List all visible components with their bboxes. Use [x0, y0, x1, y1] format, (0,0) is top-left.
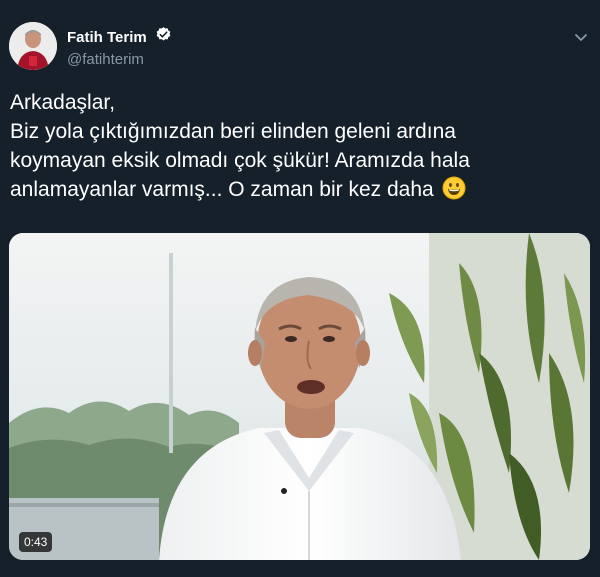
tweet-text: Arkadaşlar, Biz yola çıktığımızdan beri …: [10, 88, 590, 208]
tweet-text-line: Arkadaşlar,: [10, 91, 116, 114]
tweet-card: Fatih Terim @fatihterim Arkadaşlar, Biz …: [0, 0, 600, 577]
tweet-text-line: anlamayanlar varmış... O zaman bir kez d…: [10, 178, 434, 201]
avatar[interactable]: [9, 22, 57, 70]
tweet-text-line: koymayan eksik olmadı çok şükür! Aramızd…: [10, 149, 470, 172]
verified-badge-icon: [155, 26, 172, 48]
grinning-face-emoji-icon: [442, 176, 466, 208]
avatar-photo: [9, 22, 57, 70]
video-player[interactable]: 0:43: [9, 233, 590, 560]
video-thumbnail: [9, 233, 590, 560]
chevron-down-icon[interactable]: [572, 28, 590, 46]
tweet-text-line: Biz yola çıktığımızdan beri elinden gele…: [10, 120, 456, 143]
author-info: Fatih Terim @fatihterim: [67, 26, 172, 68]
author-handle[interactable]: @fatihterim: [67, 51, 172, 68]
video-duration-badge: 0:43: [19, 532, 53, 552]
author-display-name[interactable]: Fatih Terim: [67, 29, 147, 46]
